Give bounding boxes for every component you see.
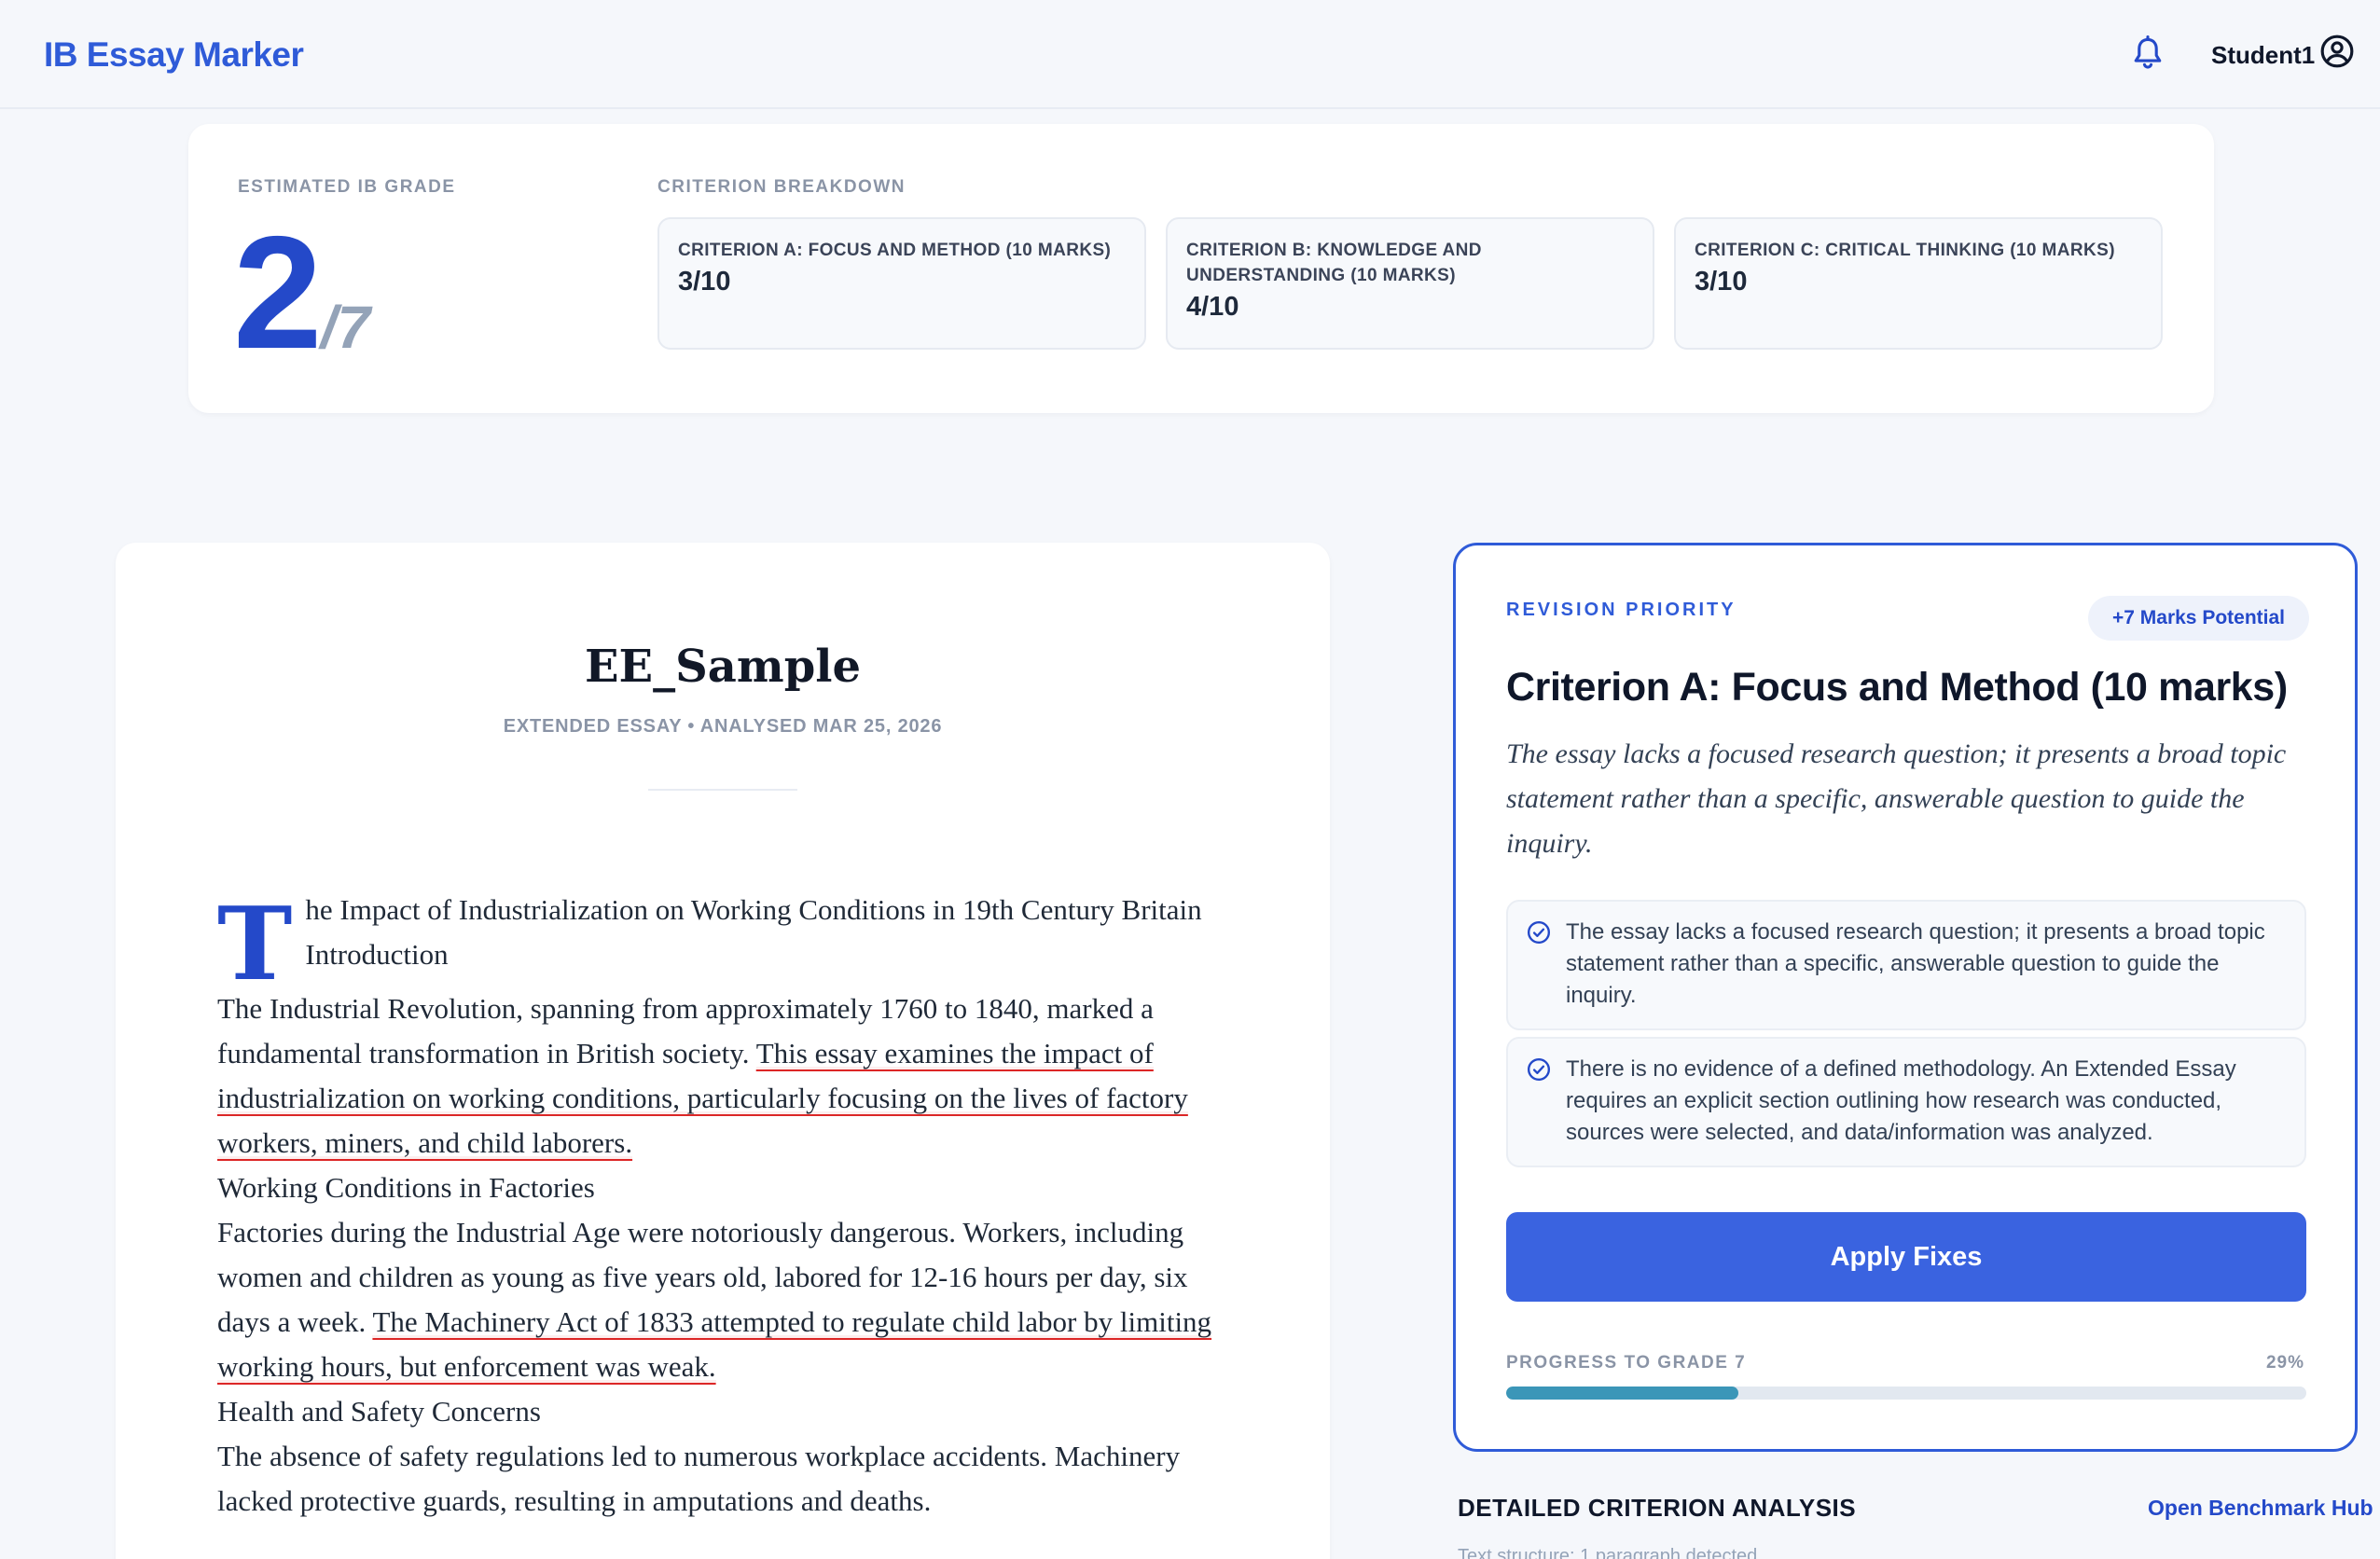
detailed-analysis-heading: DETAILED CRITERION ANALYSIS [1458,1494,1857,1522]
criterion-breakdown-label: CRITERION BREAKDOWN [657,177,906,197]
criterion-score: 3/10 [1695,267,1748,297]
detail-subtext: Text structure: 1 paragraph detected [1458,1546,1758,1559]
grade-value: 2/7 [233,213,370,373]
paragraph: Factories during the Industrial Age were… [217,1210,1234,1389]
essay-heading: he Impact of Industrialization on Workin… [305,893,1202,926]
issue-item: The essay lacks a focused research quest… [1506,900,2306,1030]
criterion-a-box[interactable]: CRITERION A: FOCUS AND METHOD (10 MARKS)… [657,217,1146,350]
essay-subheading: Health and Safety Concerns [217,1395,541,1428]
progress-bar-fill [1506,1387,1738,1400]
criterion-score: 4/10 [1186,292,1239,322]
grade-summary-card: ESTIMATED IB GRADE 2/7 CRITERION BREAKDO… [188,124,2214,413]
criterion-name: CRITERION C: CRITICAL THINKING (10 MARKS… [1695,241,2115,260]
essay-meta: EXTENDED ESSAY • ANALYSED MAR 25, 2026 [503,716,943,737]
criterion-b-box[interactable]: CRITERION B: KNOWLEDGE AND UNDERSTANDING… [1166,217,1654,350]
top-bar: IB Essay Marker Student1 [0,0,2380,109]
essay-document-card: EE_Sample EXTENDED ESSAY • ANALYSED MAR … [116,543,1330,1559]
essay-title: EE_Sample [584,641,862,693]
marks-potential-badge: +7 Marks Potential [2088,596,2309,641]
paragraph: The Industrial Revolution, spanning from… [217,986,1234,1166]
revision-priority-card: REVISION PRIORITY +7 Marks Potential Cri… [1453,543,2358,1452]
criterion-c-box[interactable]: CRITERION C: CRITICAL THINKING (10 MARKS… [1674,217,2163,350]
divider [648,789,797,791]
criterion-name: CRITERION B: KNOWLEDGE AND UNDERSTANDING… [1186,241,1482,285]
brand-logo[interactable]: IB Essay Marker [44,35,304,75]
check-circle-icon [1527,920,1551,945]
progress-label: PROGRESS TO GRADE 7 [1506,1353,1747,1373]
apply-fixes-button[interactable]: Apply Fixes [1506,1212,2306,1302]
issue-text: The essay lacks a focused research quest… [1566,919,2265,1008]
check-circle-icon [1527,1057,1551,1082]
essay-subheading: Introduction [305,938,449,971]
bell-icon[interactable] [2132,35,2164,73]
username[interactable]: Student1 [2211,41,2315,70]
open-benchmark-hub-link[interactable]: Open Benchmark Hub [2148,1496,2373,1521]
revision-quote: The essay lacks a focused research quest… [1506,738,2287,859]
revision-eyebrow: REVISION PRIORITY [1506,600,1737,620]
essay-subheading: Working Conditions in Factories [217,1171,595,1204]
essay-body: T he Impact of Industrialization on Work… [217,888,1234,1524]
paragraph: The absence of safety regulations led to… [217,1440,1181,1517]
progress-bar [1506,1387,2306,1400]
grade-number: 2 [233,203,323,382]
issue-text: There is no evidence of a defined method… [1566,1056,2236,1145]
criterion-score: 3/10 [678,267,731,297]
criterion-name: CRITERION A: FOCUS AND METHOD (10 MARKS) [678,241,1112,260]
progress-percent: 29% [2265,1353,2304,1373]
issue-item: There is no evidence of a defined method… [1506,1037,2306,1167]
grade-out-of: /7 [320,294,371,361]
grade-label: ESTIMATED IB GRADE [238,177,456,197]
revision-title: Criterion A: Focus and Method (10 marks) [1506,665,2288,710]
user-circle-icon[interactable] [2319,34,2355,69]
drop-cap: T [217,886,293,1003]
